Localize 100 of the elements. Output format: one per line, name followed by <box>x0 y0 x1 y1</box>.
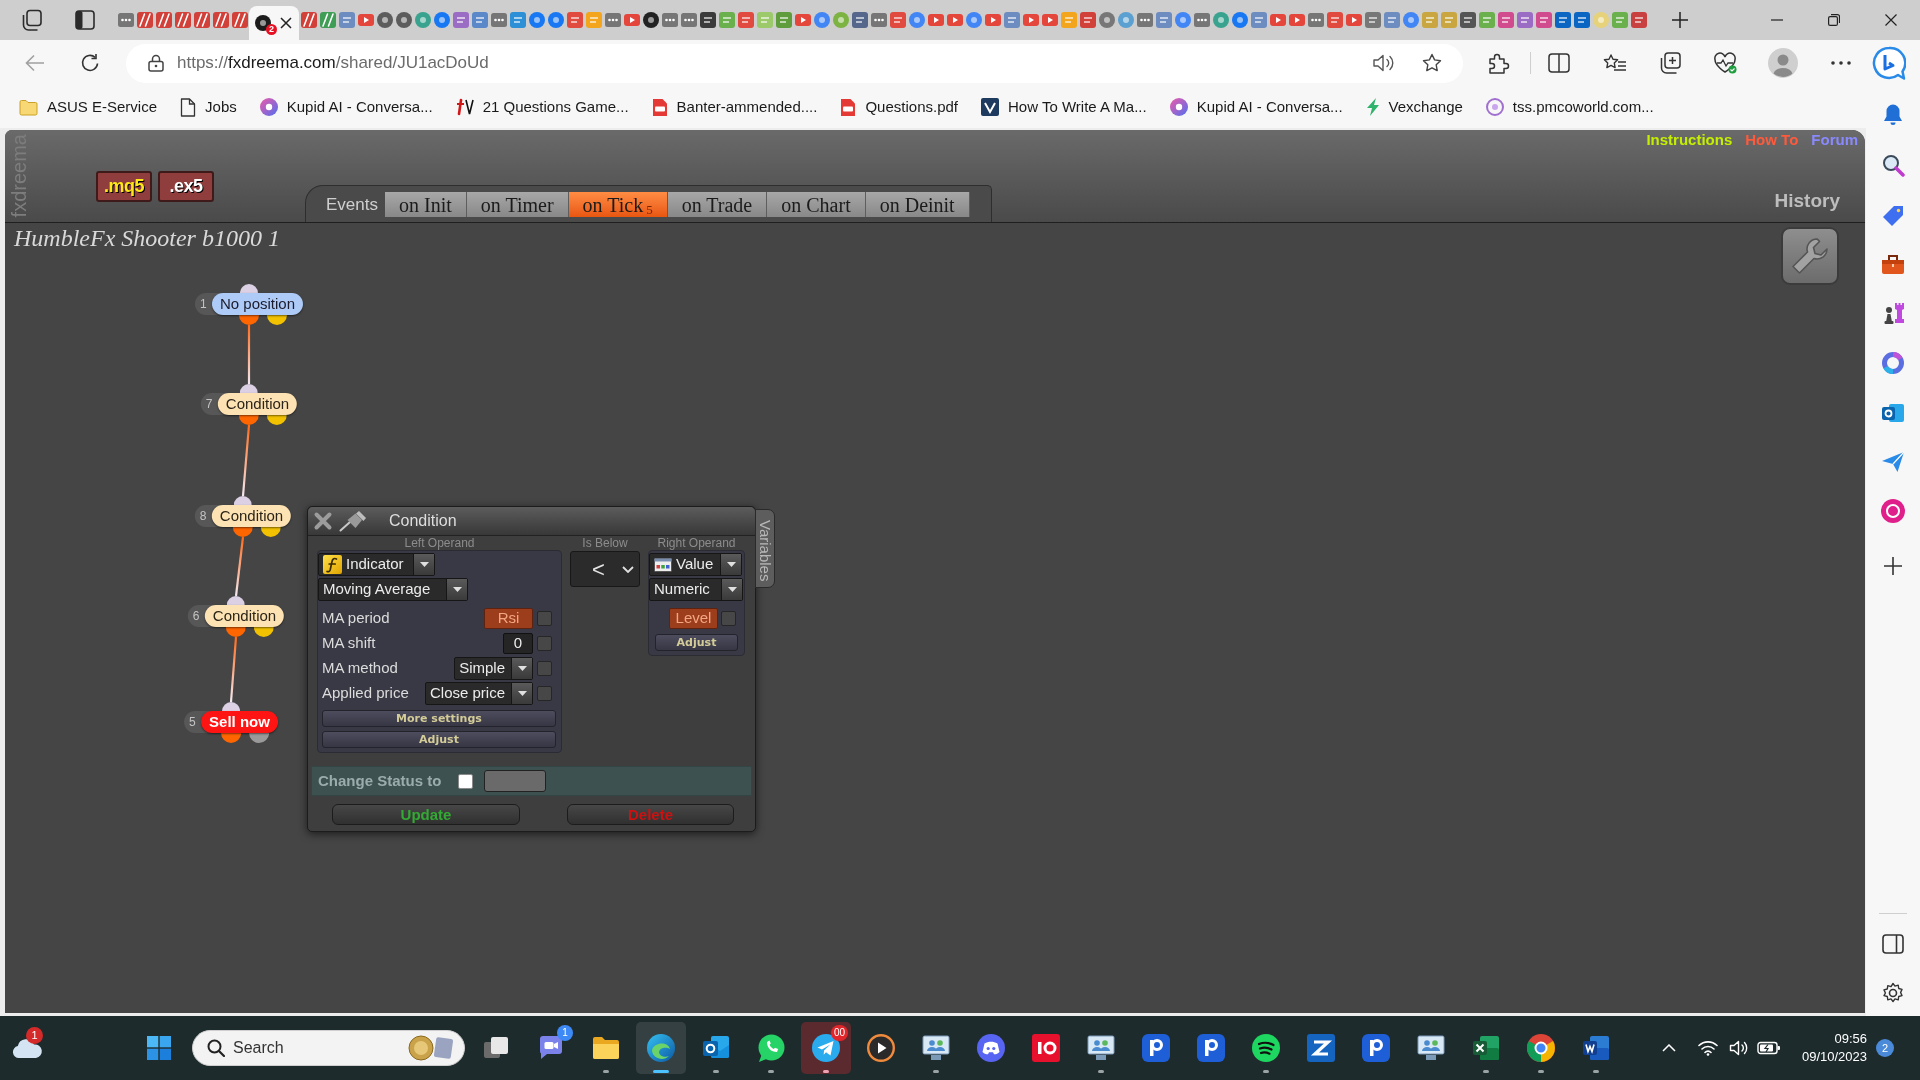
battery-icon[interactable] <box>1756 1041 1781 1055</box>
more-settings-button[interactable]: More settings <box>322 710 556 727</box>
bookmark-link[interactable]: Questions.pdf <box>840 92 958 122</box>
output-port-icon <box>226 627 246 637</box>
split-screen-icon[interactable] <box>1548 53 1570 73</box>
notification-badge: 00 <box>830 1025 848 1041</box>
wifi-icon[interactable] <box>1697 1040 1718 1056</box>
event-tab[interactable]: on Init <box>385 192 467 217</box>
checkbox[interactable] <box>537 611 552 626</box>
toolbox-icon[interactable] <box>1881 253 1905 275</box>
output-port-icon <box>239 315 259 325</box>
operator-dropdown[interactable]: < <box>570 551 640 587</box>
settings-icon[interactable] <box>1882 982 1904 1004</box>
sidebar-panel-icon[interactable] <box>1882 934 1904 954</box>
chat-bubble-logo-icon[interactable] <box>1872 46 1906 80</box>
clock-time[interactable]: 09:56 <box>1834 1030 1867 1048</box>
param-dropdown[interactable]: Simple <box>454 657 533 680</box>
flow-block[interactable]: Condition <box>211 505 292 527</box>
chevron-up-icon[interactable] <box>1661 1044 1676 1052</box>
flow-block[interactable]: Condition <box>217 393 298 415</box>
bookmark-link[interactable]: Vexchange <box>1365 92 1463 122</box>
extensions-icon[interactable] <box>1488 52 1510 74</box>
adjust-button[interactable]: Adjust <box>322 731 556 748</box>
new-tab-icon[interactable] <box>1672 12 1688 28</box>
checkbox[interactable] <box>537 636 552 651</box>
output-port-icon <box>261 527 281 537</box>
bookmark-link[interactable]: Kupid AI - Conversa... <box>1169 92 1343 122</box>
mail-icon[interactable] <box>1881 401 1905 425</box>
connector-line <box>234 536 245 597</box>
adjust-button[interactable]: Adjust <box>655 634 738 651</box>
more-icon[interactable] <box>1831 61 1851 65</box>
caret-icon <box>726 562 736 567</box>
tools-button[interactable] <box>1781 227 1839 285</box>
event-tab[interactable]: on Chart <box>767 192 866 217</box>
avatar-icon[interactable] <box>1768 48 1798 78</box>
ring-logo-icon[interactable] <box>1881 351 1905 375</box>
history-link[interactable]: History <box>1774 189 1840 213</box>
bookmark-link[interactable]: How To Write A Ma... <box>981 92 1147 122</box>
bookmark-link[interactable]: Banter-ammended.... <box>651 92 818 122</box>
favorites-icon[interactable] <box>1603 53 1627 73</box>
bookmark-link[interactable]: Jobs <box>180 92 237 122</box>
pin-icon[interactable] <box>339 510 368 532</box>
output-port-icon <box>221 733 241 743</box>
operand-type-dropdown[interactable]: Value <box>649 553 742 576</box>
cloud-icon[interactable] <box>11 1037 43 1059</box>
browser-tab[interactable]: 2 <box>249 6 299 40</box>
bookmark-link[interactable]: tss.pmcoworld.com... <box>1485 92 1654 122</box>
checkbox[interactable] <box>721 611 736 626</box>
paper-plane-icon[interactable] <box>1881 451 1905 473</box>
heart-pulse-icon[interactable] <box>1713 52 1737 74</box>
search-box[interactable]: Search <box>192 1030 465 1066</box>
maximize-icon[interactable] <box>1828 14 1840 26</box>
flow-block[interactable]: Condition <box>204 605 285 627</box>
clock-date[interactable]: 09/10/2023 <box>1801 1048 1867 1066</box>
output-port-icon <box>267 415 287 425</box>
bookmark-link[interactable]: Kupid AI - Conversa... <box>259 92 433 122</box>
connector-line <box>229 636 238 703</box>
notification-badge[interactable]: 2 <box>1876 1039 1894 1057</box>
bookmark-link[interactable]: ASUS E-Service <box>19 92 158 122</box>
event-tab[interactable]: on Deinit <box>865 192 970 217</box>
tab-actions-icon[interactable] <box>75 10 95 30</box>
export-button[interactable]: .ex5 <box>158 171 214 202</box>
taskbar-app[interactable]: 00 <box>801 1022 851 1074</box>
update-button[interactable]: Update <box>332 804 520 825</box>
collections-icon[interactable] <box>1659 52 1681 74</box>
format-dropdown[interactable]: Numeric <box>649 578 743 601</box>
checkbox[interactable] <box>537 686 552 701</box>
speaker-icon[interactable] <box>1728 1039 1749 1057</box>
close-icon[interactable] <box>1885 14 1897 26</box>
video-chat-icon <box>537 1034 565 1062</box>
header-link[interactable]: Instructions <box>1646 130 1733 150</box>
address-bar[interactable]: https://fxdreema.com/shared/JU1acDoUd <box>126 43 1463 83</box>
bell-icon[interactable] <box>1881 103 1905 127</box>
add-icon[interactable] <box>1883 556 1903 576</box>
status-field[interactable] <box>484 770 547 792</box>
tab-collections-icon[interactable] <box>21 9 43 31</box>
checkbox[interactable] <box>458 773 474 789</box>
tag-icon[interactable] <box>1881 203 1905 227</box>
reload-icon[interactable] <box>80 53 100 73</box>
checkbox[interactable] <box>537 661 552 676</box>
read-aloud-icon[interactable] <box>1373 54 1395 72</box>
search-icon[interactable] <box>1881 153 1905 177</box>
subtype-dropdown[interactable]: Moving Average <box>318 578 468 601</box>
start-icon[interactable] <box>147 1036 171 1060</box>
round-logo-icon[interactable] <box>1881 499 1905 523</box>
flow-block[interactable]: No position <box>212 293 303 315</box>
param-dropdown[interactable]: Close price <box>424 682 533 705</box>
export-button[interactable]: .mq5 <box>96 171 152 202</box>
event-tab[interactable]: on Timer <box>466 192 569 217</box>
event-tab[interactable]: on Trade <box>667 192 768 217</box>
number-field[interactable]: 0 <box>503 633 533 654</box>
search-input[interactable]: Search <box>233 1035 402 1061</box>
caret-icon <box>517 691 527 696</box>
favorite-star-icon[interactable] <box>1422 53 1442 73</box>
bookmark-link[interactable]: 21 Questions Game... <box>455 92 629 122</box>
paper-plane-icon <box>812 1034 840 1062</box>
operand-type-dropdown[interactable]: Indicator <box>318 553 435 576</box>
close-icon[interactable] <box>280 17 292 29</box>
back-icon[interactable] <box>25 54 45 72</box>
flow-block[interactable]: Sell now <box>201 711 278 733</box>
